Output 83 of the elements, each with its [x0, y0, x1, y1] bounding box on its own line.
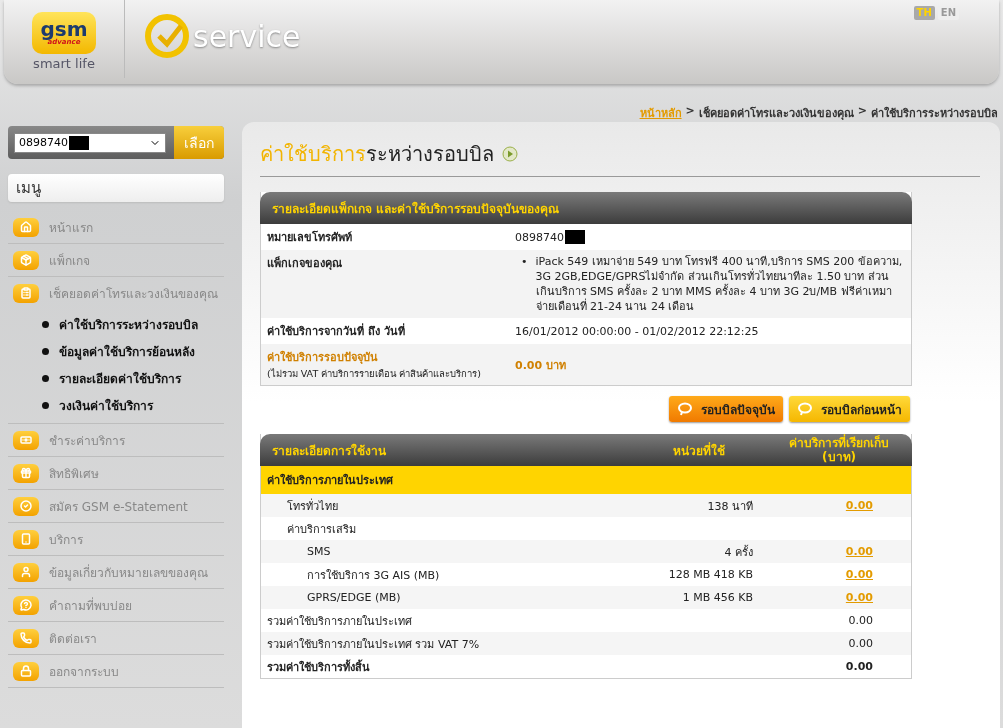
row-label: ค่าใช้บริการจากวันที่ ถึง วันที่ — [267, 322, 406, 340]
amount: 0.00 — [848, 637, 873, 650]
usage-units: 1 MB 456 KB — [682, 591, 753, 604]
usage-label: รวมค่าใช้บริการภายในประเทศ รวม VAT 7% — [267, 636, 481, 653]
usage-label: โทรทั่วไทย — [286, 497, 339, 515]
menu-item[interactable]: สิทธิพิเศษ — [8, 457, 224, 489]
bullet-icon — [42, 402, 49, 409]
menu-item[interactable]: ข้อมูลเกี่ยวกับหมายเลขของคุณ — [8, 556, 224, 588]
row-label: หมายเลขโทรศัพท์ — [267, 229, 353, 246]
tagline: smart life — [33, 56, 95, 71]
amount-link[interactable]: 0.00 — [845, 545, 873, 558]
menu-item[interactable]: เช็คยอดค่าโทรและวงเงินของคุณ — [8, 277, 224, 309]
breadcrumb-link[interactable]: หน้าหลัก — [639, 104, 682, 118]
submenu-item[interactable]: ข้อมูลค่าใช้บริการย้อนหลัง — [42, 342, 224, 361]
menu-item-icon — [13, 628, 39, 648]
menu-item-icon — [13, 595, 39, 615]
select-button[interactable]: เลือก — [174, 126, 224, 159]
summary-table-header: รายละเอียดแพ็กเกจ และค่าใช้บริการรอบปัจจุบันของคุณ — [260, 192, 912, 224]
menu-item-icon — [13, 661, 39, 681]
menu-item-icon — [13, 217, 39, 237]
amount: 0.00 — [848, 614, 873, 627]
phone-number: 0898740 — [19, 136, 68, 149]
menu-item[interactable]: ออกจากระบบ — [8, 655, 224, 687]
submenu-item[interactable]: รายละเอียดค่าใช้บริการ — [42, 369, 224, 388]
bill-cycle-button[interactable]: รอบบิลก่อนหน้า — [789, 396, 910, 422]
usage-label: ค่าใช้บริการภายในประเทศ — [267, 472, 394, 489]
speech-bubble-icon — [677, 402, 693, 416]
breadcrumb-separator: > — [685, 104, 695, 118]
menu-item[interactable]: ชำระค่าบริการ — [8, 424, 224, 456]
usage-label: SMS — [306, 545, 332, 558]
usage-units: 138 นาที — [707, 499, 753, 513]
usage-units: 4 ครั้ง — [724, 545, 753, 559]
current-charge: 0.00 บาท — [515, 357, 566, 374]
bullet-icon — [42, 321, 49, 328]
logo-mark: gsm — [40, 20, 88, 38]
menu-item-icon — [13, 529, 39, 549]
amount-link[interactable]: 0.00 — [845, 499, 873, 512]
menu-item[interactable]: บริการ — [8, 523, 224, 555]
menu-item[interactable]: คำถามที่พบบ่อย — [8, 589, 224, 621]
usage-label: รวมค่าใช้บริการภายในประเทศ — [267, 613, 413, 630]
menu-title: เมนู — [8, 174, 224, 202]
row-value: 16/01/2012 00:00:00 - 01/02/2012 22:12:25 — [515, 324, 759, 338]
breadcrumb-separator: > — [857, 104, 867, 118]
bill-cycle-button[interactable]: รอบบิลปัจจุบัน — [669, 396, 783, 422]
play-icon — [502, 146, 518, 162]
menu-item[interactable]: สมัคร GSM e-Statement — [8, 490, 224, 522]
row-label: แพ็กเกจของคุณ — [267, 255, 343, 272]
page-title: ค่าใช้บริการระหว่างรอบบิล — [260, 141, 494, 168]
usage-label: ค่าบริการเสริม — [286, 521, 357, 538]
bullet-icon — [42, 348, 49, 355]
breadcrumb-item: ค่าใช้บริการระหว่างรอบบิล — [871, 105, 998, 118]
menu-item-icon — [13, 283, 39, 303]
product-name: service — [193, 18, 301, 54]
row-note: (ไม่รวม VAT ค่าบริการรายเดือน ค่าสินค้าและบริการ) — [267, 367, 482, 381]
package-text: iPack 549 เหมาจ่าย 549 บาท โทรฟรี 400 นาที,บริการ SMS 200 ข้อความ, 3G 2GB,EDGE/GPRSไม่จำกัด ส่วนเกินโทรทั่วไทยนาทีละ 1.50 บาท ส่วนเกินบริการ SMS ครั้งละ 2 บาท MMS ครั้งละ 4 บาท 3G 2บ/MB ฟรีค่าเหมาจ่ายเดือนที่ 21-24 นาน 24 เดือน — [535, 254, 904, 314]
breadcrumb-item: เช็คยอดค่าโทรและวงเงินของคุณ — [698, 105, 854, 118]
amount-link[interactable]: 0.00 — [845, 568, 873, 581]
menu-item-icon — [13, 496, 39, 516]
menu-item-icon — [13, 430, 39, 450]
language-toggle[interactable]: EN — [937, 6, 959, 20]
menu-item-icon — [13, 463, 39, 483]
menu-item[interactable]: หน้าแรก — [8, 211, 224, 243]
speech-bubble-icon — [797, 402, 813, 416]
bullet-icon — [42, 375, 49, 382]
usage-label: การใช้บริการ 3G AIS (MB) — [306, 567, 441, 584]
language-toggle[interactable]: TH — [913, 6, 935, 20]
usage-label: GPRS/EDGE (MB) — [306, 591, 402, 604]
menu-item[interactable]: แพ็กเกจ — [8, 244, 224, 276]
usage-label: รวมค่าใช้บริการทั้งสิ้น — [267, 658, 371, 676]
amount: 0.00 — [845, 660, 873, 673]
submenu-item[interactable]: ค่าใช้บริการระหว่างรอบบิล — [42, 315, 224, 334]
menu-item-icon — [13, 562, 39, 582]
number-select[interactable]: 0898740 — [14, 132, 166, 153]
menu-item[interactable]: ติดต่อเรา — [8, 622, 224, 654]
row-label: ค่าใช้บริการรอบปัจจุบัน — [267, 349, 379, 366]
e-logo-icon — [145, 14, 189, 58]
menu-item-icon — [13, 250, 39, 270]
usage-units: 128 MB 418 KB — [668, 568, 753, 581]
amount-link[interactable]: 0.00 — [845, 591, 873, 604]
usage-table-header: รายละเอียดการใช้งาน หน่วยที่ใช้ ค่าบริการที่เรียกเก็บ (บาท) — [260, 434, 912, 466]
bullet-marker: • — [521, 254, 528, 270]
row-value: 0898740 — [515, 230, 564, 244]
submenu-item[interactable]: วงเงินค่าใช้บริการ — [42, 396, 224, 415]
